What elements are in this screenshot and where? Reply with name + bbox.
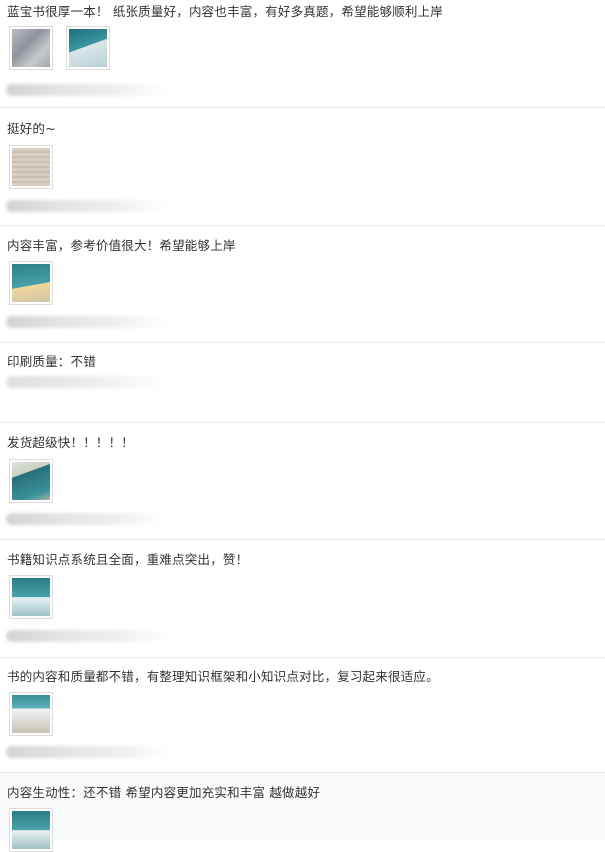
blurred-review-meta bbox=[6, 746, 170, 758]
review-text: 发货超级快！！！！！ bbox=[7, 435, 135, 450]
blurred-review-meta bbox=[6, 316, 166, 328]
review-list: 蓝宝书很厚一本！ 纸张质量好，内容也丰富，有好多真题，希望能够顺利上岸 挺好的~… bbox=[0, 0, 605, 852]
review-photo-thumbnail[interactable] bbox=[9, 261, 53, 305]
blurred-review-meta bbox=[6, 376, 166, 388]
review-item: 蓝宝书很厚一本！ 纸张质量好，内容也丰富，有好多真题，希望能够顺利上岸 bbox=[0, 0, 605, 108]
review-item: 印刷质量：不错 bbox=[0, 343, 605, 423]
review-item: 发货超级快！！！！！ bbox=[0, 423, 605, 540]
review-item: 书的内容和质量都不错，有整理知识框架和小知识点对比，复习起来很适应。 bbox=[0, 658, 605, 773]
review-item: 内容丰富，参考价值很大！希望能够上岸 bbox=[0, 226, 605, 343]
review-photo-thumbnail[interactable] bbox=[9, 692, 53, 736]
review-item: 内容生动性：还不错 希望内容更加充实和丰富 越做越好 bbox=[0, 773, 605, 852]
review-item: 挺好的~ bbox=[0, 108, 605, 226]
blurred-review-meta bbox=[6, 513, 162, 525]
blurred-review-meta bbox=[6, 84, 166, 96]
review-text: 书籍知识点系统且全面，重难点突出，赞！ bbox=[7, 552, 249, 567]
blurred-review-meta bbox=[6, 200, 166, 212]
review-text: 内容生动性：还不错 希望内容更加充实和丰富 越做越好 bbox=[7, 785, 321, 800]
review-text: 书的内容和质量都不错，有整理知识框架和小知识点对比，复习起来很适应。 bbox=[7, 669, 439, 684]
review-photo-thumbnail[interactable] bbox=[9, 459, 53, 503]
review-text: 挺好的~ bbox=[7, 121, 56, 136]
review-photo-thumbnail[interactable] bbox=[9, 26, 53, 70]
review-item: 书籍知识点系统且全面，重难点突出，赞！ bbox=[0, 540, 605, 658]
blurred-review-meta bbox=[6, 630, 166, 642]
review-photo-thumbnail[interactable] bbox=[9, 808, 53, 852]
review-photo-thumbnail[interactable] bbox=[9, 575, 53, 619]
review-text: 内容丰富，参考价值很大！希望能够上岸 bbox=[7, 238, 236, 253]
review-text: 印刷质量：不错 bbox=[7, 354, 96, 369]
review-photo-thumbnail[interactable] bbox=[66, 26, 110, 70]
review-photo-thumbnail[interactable] bbox=[9, 145, 53, 189]
review-text: 蓝宝书很厚一本！ 纸张质量好，内容也丰富，有好多真题，希望能够顺利上岸 bbox=[7, 4, 443, 19]
